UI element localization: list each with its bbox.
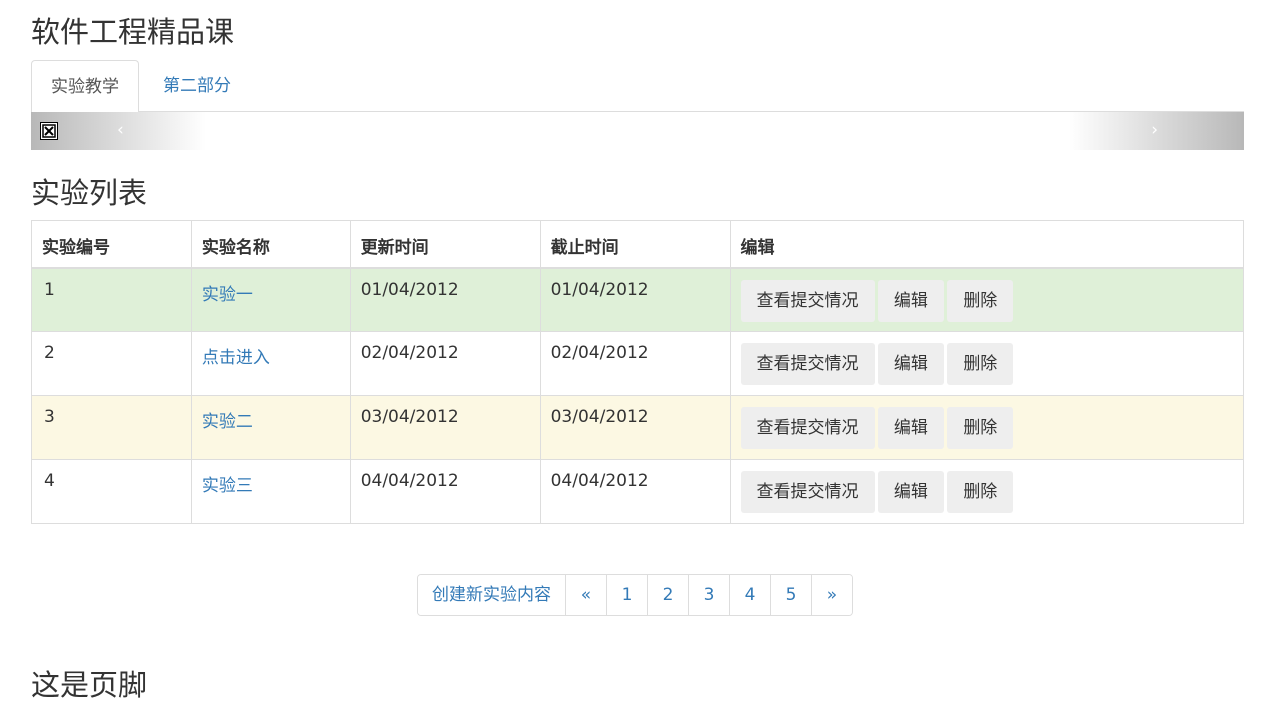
pagination-page-1[interactable]: 1 <box>606 575 647 615</box>
cell-id: 3 <box>31 395 192 460</box>
experiment-link[interactable]: 实验一 <box>202 285 253 305</box>
cell-name: 实验一 <box>190 267 351 332</box>
pagination-page-3[interactable]: 3 <box>688 575 729 615</box>
experiment-table: 实验编号 实验名称 更新时间 截止时间 编辑 1 实验一 01/04/2012 … <box>31 220 1244 524</box>
view-submissions-button[interactable]: 查看提交情况 <box>740 407 875 449</box>
table-header-row: 实验编号 实验名称 更新时间 截止时间 编辑 <box>31 220 1244 269</box>
cell-actions: 查看提交情况 编辑 删除 <box>729 395 1244 460</box>
pagination: 创建新实验内容 « 1 2 3 4 5 » <box>417 574 853 616</box>
table-row: 1 实验一 01/04/2012 01/04/2012 查看提交情况 编辑 删除 <box>31 267 1244 332</box>
pagination-page-4[interactable]: 4 <box>729 575 770 615</box>
delete-button[interactable]: 删除 <box>947 407 1014 449</box>
column-header-id: 实验编号 <box>31 220 192 269</box>
cell-deadline: 03/04/2012 <box>539 395 731 460</box>
cell-name: 实验二 <box>190 395 351 460</box>
view-submissions-button[interactable]: 查看提交情况 <box>740 279 875 322</box>
page-title: 软件工程精品课 <box>31 15 235 49</box>
cell-updated: 01/04/2012 <box>349 267 541 332</box>
experiment-link[interactable]: 点击进入 <box>202 348 270 368</box>
experiment-link[interactable]: 实验三 <box>202 476 253 496</box>
cell-id: 1 <box>31 267 192 332</box>
cell-updated: 04/04/2012 <box>349 459 541 524</box>
cell-name: 点击进入 <box>190 331 351 396</box>
column-header-updated: 更新时间 <box>349 220 541 269</box>
cell-actions: 查看提交情况 编辑 删除 <box>729 459 1244 524</box>
cell-deadline: 04/04/2012 <box>539 459 731 524</box>
column-header-deadline: 截止时间 <box>539 220 731 269</box>
pagination-next[interactable]: » <box>811 575 852 615</box>
table-row: 2 点击进入 02/04/2012 02/04/2012 查看提交情况 编辑 删… <box>31 331 1244 396</box>
experiment-link[interactable]: 实验二 <box>202 412 253 432</box>
cell-deadline: 02/04/2012 <box>539 331 731 396</box>
delete-button[interactable]: 删除 <box>947 279 1014 322</box>
column-header-edit: 编辑 <box>729 220 1244 269</box>
cell-actions: 查看提交情况 编辑 删除 <box>729 331 1244 396</box>
column-header-name: 实验名称 <box>190 220 351 269</box>
footer-title: 这是页脚 <box>31 668 148 702</box>
view-submissions-button[interactable]: 查看提交情况 <box>740 471 875 513</box>
cell-id: 2 <box>31 331 192 396</box>
carousel: ‹ › <box>31 112 1244 150</box>
edit-button[interactable]: 编辑 <box>877 343 944 385</box>
broken-image-icon <box>40 122 58 140</box>
cell-updated: 02/04/2012 <box>349 331 541 396</box>
tab-experiment-teaching[interactable]: 实验教学 <box>31 60 139 113</box>
pagination-page-5[interactable]: 5 <box>770 575 811 615</box>
cell-name: 实验三 <box>190 459 351 524</box>
edit-button[interactable]: 编辑 <box>877 471 944 513</box>
delete-button[interactable]: 删除 <box>947 471 1014 513</box>
create-experiment-link[interactable]: 创建新实验内容 <box>418 575 565 615</box>
edit-button[interactable]: 编辑 <box>877 407 944 449</box>
edit-button[interactable]: 编辑 <box>877 279 944 322</box>
cell-actions: 查看提交情况 编辑 删除 <box>729 267 1244 332</box>
table-row: 3 实验二 03/04/2012 03/04/2012 查看提交情况 编辑 删除 <box>31 395 1244 460</box>
carousel-prev-icon[interactable]: ‹ <box>117 119 124 141</box>
cell-updated: 03/04/2012 <box>349 395 541 460</box>
cell-id: 4 <box>31 459 192 524</box>
tab-bar: 实验教学 第二部分 <box>31 60 1244 113</box>
tab-part-two[interactable]: 第二部分 <box>144 60 250 112</box>
pagination-prev[interactable]: « <box>565 575 606 615</box>
carousel-next-icon[interactable]: › <box>1151 119 1158 141</box>
section-title: 实验列表 <box>31 176 148 210</box>
pagination-page-2[interactable]: 2 <box>647 575 688 615</box>
table-row: 4 实验三 04/04/2012 04/04/2012 查看提交情况 编辑 删除 <box>31 459 1244 524</box>
cell-deadline: 01/04/2012 <box>539 267 731 332</box>
delete-button[interactable]: 删除 <box>947 343 1014 385</box>
view-submissions-button[interactable]: 查看提交情况 <box>740 343 875 385</box>
